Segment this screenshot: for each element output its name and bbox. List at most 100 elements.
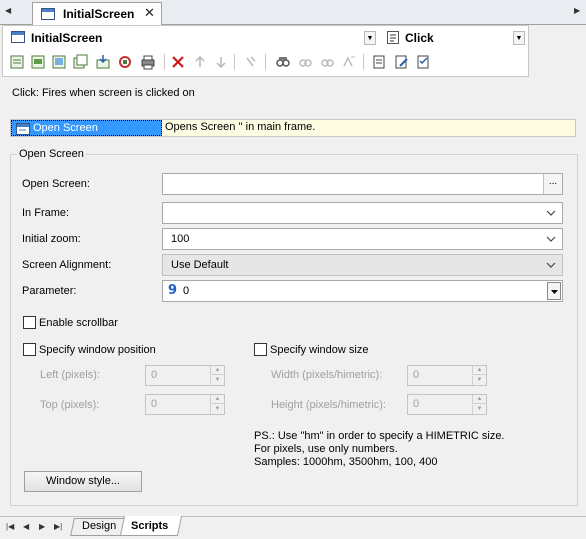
tab-design-label: Design (82, 520, 117, 532)
height-value: 0 (413, 398, 420, 410)
tab-scripts-label: Scripts (131, 520, 169, 532)
find-previous-icon[interactable] (319, 54, 335, 70)
parameter-type-icon: 9 (168, 283, 178, 298)
spin-down-icon[interactable]: ▼ (210, 405, 224, 414)
spin-down-icon[interactable]: ▼ (210, 376, 224, 385)
window-style-button[interactable]: Window style... (24, 471, 142, 492)
parameter-dropdown-button[interactable] (547, 282, 561, 300)
previous-tab-icon[interactable]: ◀ (23, 522, 29, 531)
group-title: Open Screen (17, 148, 86, 160)
spin-up-icon[interactable]: ▲ (210, 395, 224, 404)
left-pixels-spinner[interactable]: 0 ▲ ▼ (145, 365, 225, 386)
toolbar-separator (265, 54, 266, 70)
top-pixels-value: 0 (151, 398, 158, 410)
specify-size-label: Specify window size (270, 344, 369, 356)
edit-document-icon[interactable] (393, 54, 409, 70)
print-icon[interactable] (140, 54, 156, 70)
new-action-icon[interactable] (9, 54, 25, 70)
toolbar-separator (234, 54, 235, 70)
screen-action-icon[interactable] (51, 54, 67, 70)
top-pixels-label: Top (pixels): (40, 399, 100, 411)
object-selector[interactable]: InitialScreen ▼ (7, 28, 380, 48)
parameter-label: Parameter: (22, 285, 77, 297)
specify-position-checkbox[interactable] (23, 343, 36, 356)
chevron-down-icon[interactable]: ▼ (513, 31, 525, 45)
open-screen-icon (16, 123, 30, 135)
enable-scrollbar-checkbox[interactable] (23, 316, 36, 329)
document-icon[interactable] (371, 54, 387, 70)
last-tab-icon[interactable]: ▶| (54, 522, 62, 531)
spin-up-icon[interactable]: ▲ (472, 366, 486, 375)
event-name: Click (405, 31, 434, 45)
open-screen-field[interactable]: ... (162, 173, 563, 195)
spin-up-icon[interactable]: ▲ (210, 366, 224, 375)
checklist-icon[interactable] (415, 54, 431, 70)
scroll-left-icon[interactable]: ◀ (5, 6, 11, 15)
first-tab-icon[interactable]: |◀ (6, 522, 14, 531)
chevron-down-icon[interactable]: ▼ (364, 31, 376, 45)
copy-action-icon[interactable] (72, 54, 88, 70)
toolbar-separator (164, 54, 165, 70)
note-line-1: PS.: Use "hm" in order to specify a HIME… (254, 430, 505, 442)
find-icon[interactable] (275, 54, 291, 70)
in-frame-select[interactable] (162, 202, 563, 224)
screen-alignment-label: Screen Alignment: (22, 259, 112, 271)
screen-alignment-value: Use Default (171, 259, 229, 271)
tab-title: InitialScreen (63, 7, 135, 21)
initial-zoom-select[interactable]: 100 (162, 228, 563, 250)
event-icon (387, 31, 399, 44)
tab-initialscreen[interactable]: InitialScreen ✕ (32, 2, 162, 26)
screen-icon (11, 31, 25, 43)
left-pixels-value: 0 (151, 369, 158, 381)
enable-scrollbar-label: Enable scrollbar (39, 317, 118, 329)
find-next-icon[interactable] (297, 54, 313, 70)
download-icon[interactable] (95, 54, 111, 70)
move-down-icon[interactable] (213, 54, 229, 70)
initial-zoom-value: 100 (171, 233, 190, 245)
pick-icon[interactable] (243, 54, 259, 70)
close-icon[interactable]: ✕ (144, 5, 155, 21)
action-description: Opens Screen '' in main frame. (165, 121, 316, 133)
screen-icon (41, 8, 55, 20)
specify-size-checkbox[interactable] (254, 343, 267, 356)
width-spinner[interactable]: 0 ▲ ▼ (407, 365, 487, 386)
initial-zoom-label: Initial zoom: (22, 233, 81, 245)
spin-up-icon[interactable]: ▲ (472, 395, 486, 404)
height-label: Height (pixels/himetric): (271, 399, 386, 411)
script-editor-header: InitialScreen ▼ Click ▼ (2, 25, 529, 77)
spin-down-icon[interactable]: ▼ (472, 405, 486, 414)
browse-button[interactable]: ... (543, 174, 562, 194)
parameter-value: 0 (183, 285, 190, 297)
move-up-icon[interactable] (192, 54, 208, 70)
left-pixels-label: Left (pixels): (40, 369, 100, 381)
next-tab-icon[interactable]: ▶ (39, 522, 45, 531)
screen-alignment-select[interactable]: Use Default (162, 254, 563, 276)
spin-down-icon[interactable]: ▼ (472, 376, 486, 385)
in-frame-label: In Frame: (22, 207, 70, 219)
width-label: Width (pixels/himetric): (271, 369, 383, 381)
chevron-down-icon (546, 210, 556, 216)
top-pixels-spinner[interactable]: 0 ▲ ▼ (145, 394, 225, 415)
toolbar-separator (363, 54, 364, 70)
event-selector[interactable]: Click ▼ (383, 28, 526, 48)
chevron-down-icon (546, 236, 556, 242)
chevron-down-icon (546, 262, 556, 268)
specify-position-label: Specify window position (39, 344, 156, 356)
delete-icon[interactable] (170, 54, 186, 70)
insert-action-icon[interactable] (30, 54, 46, 70)
action-name-cell[interactable]: Open Screen (11, 120, 162, 136)
object-name: InitialScreen (31, 31, 103, 45)
chevron-down-icon (551, 290, 558, 294)
scroll-right-icon[interactable]: ▶ (574, 6, 580, 15)
note-line-3: Samples: 1000hm, 3500hm, 100, 400 (254, 456, 438, 468)
note-line-2: For pixels, use only numbers. (254, 443, 398, 455)
action-name: Open Screen (33, 122, 98, 134)
height-spinner[interactable]: 0 ▲ ▼ (407, 394, 487, 415)
parameter-field[interactable]: 9 0 (162, 280, 563, 302)
refresh-icon[interactable] (117, 54, 133, 70)
replace-icon[interactable] (341, 54, 357, 70)
action-list-row[interactable]: Open Screen Opens Screen '' in main fram… (10, 119, 576, 137)
width-value: 0 (413, 369, 420, 381)
event-description: Click: Fires when screen is clicked on (12, 87, 195, 99)
open-screen-label: Open Screen: (22, 178, 90, 190)
